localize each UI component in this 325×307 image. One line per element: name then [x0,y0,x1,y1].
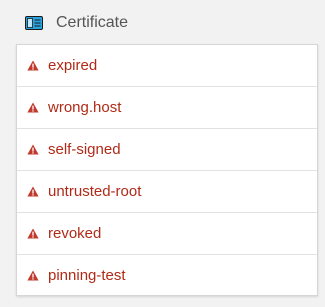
list-item-revoked[interactable]: revoked [17,213,317,255]
certificate-header: Certificate [0,0,325,44]
list-item-label[interactable]: expired [48,56,97,76]
section-title: Certificate [56,14,129,31]
list-item-label[interactable]: untrusted-root [48,182,141,202]
list-item-untrusted-root[interactable]: untrusted-root [17,171,317,213]
certificate-test-list: expired wrong.host self-signed untrusted… [16,44,318,296]
warning-icon [27,186,39,197]
certificate-panel: Certificate expired wrong.host self-sign… [0,0,325,307]
warning-icon [27,144,39,155]
list-item-label[interactable]: revoked [48,224,101,244]
list-item-expired[interactable]: expired [17,45,317,87]
warning-icon [27,270,39,281]
warning-icon [27,60,39,71]
list-item-pinning-test[interactable]: pinning-test [17,255,317,297]
certificate-card-icon [25,16,43,30]
warning-icon [27,228,39,239]
list-item-wrong-host[interactable]: wrong.host [17,87,317,129]
list-item-label[interactable]: self-signed [48,140,121,160]
list-item-label[interactable]: wrong.host [48,98,121,118]
list-item-self-signed[interactable]: self-signed [17,129,317,171]
warning-icon [27,102,39,113]
list-item-label[interactable]: pinning-test [48,266,126,286]
